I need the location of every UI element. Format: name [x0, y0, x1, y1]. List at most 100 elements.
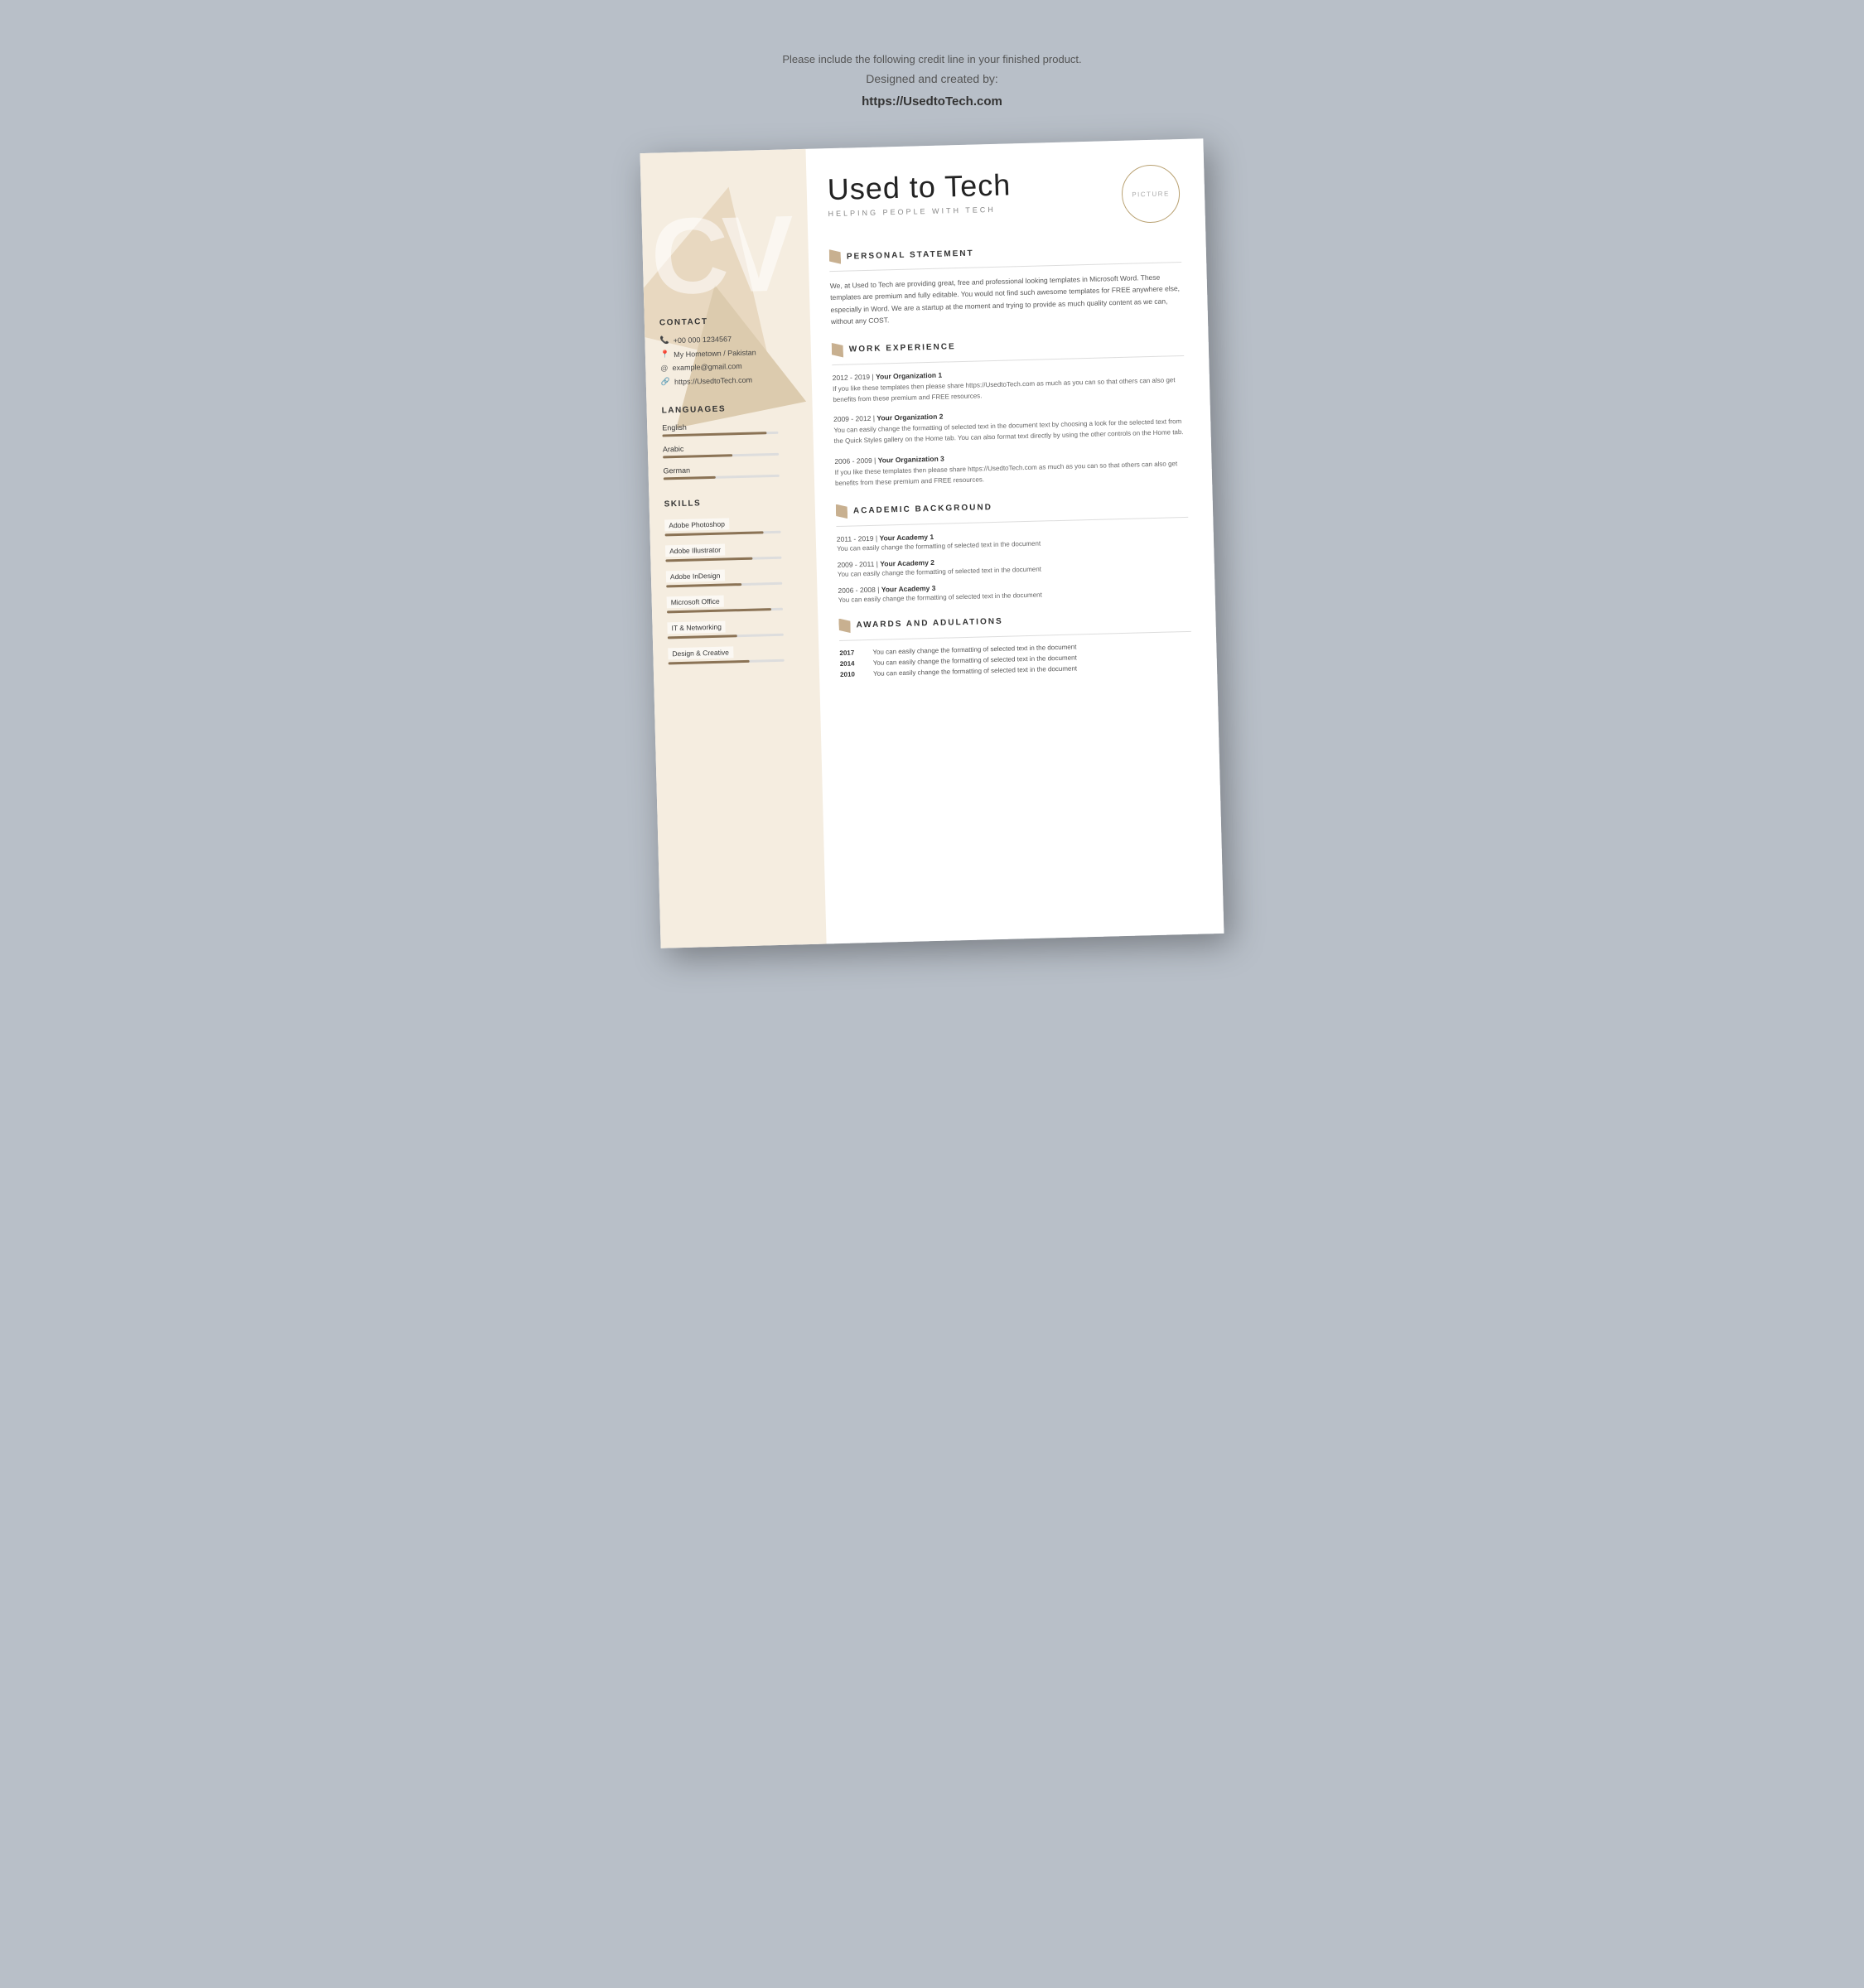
work-experience-title: WORK EXPERIENCE: [849, 342, 956, 354]
edu-org-3: Your Academy 3: [881, 583, 936, 593]
personal-statement-header: PERSONAL STATEMENT: [829, 240, 1181, 264]
edu-item-2: 2009 - 2011 | Your Academy 2 You can eas…: [837, 551, 1189, 577]
lang-german-bar-bg: [664, 474, 780, 480]
skill-networking-bar-bg: [668, 633, 784, 639]
main-content: Used to Tech HELPING PEOPLE WITH TECH PI…: [805, 138, 1224, 943]
skill-msoffice-bar-bg: [667, 607, 783, 613]
skill-msoffice-bar-fill: [667, 608, 771, 613]
work-item-3: 2006 - 2009 | Your Organization 3 If you…: [834, 447, 1187, 489]
languages-title: LANGUAGES: [662, 403, 798, 415]
award-year-2: 2014: [840, 659, 863, 667]
academic-header: ACADEMIC BACKGROUND: [836, 495, 1188, 519]
contact-website-value: https://UsedtoTech.com: [674, 375, 752, 385]
awards-header: AWARDS AND ADULATIONS: [838, 609, 1190, 633]
resume-sidebar: CV CONTACT 📞 +00 000 1234567 📍 My Hometo…: [640, 148, 827, 948]
lang-english-bar-bg: [662, 431, 778, 437]
contact-section: CONTACT 📞 +00 000 1234567 📍 My Hometown …: [659, 315, 797, 386]
credit-line-1: Please include the following credit line…: [782, 50, 1081, 69]
resume-tagline: HELPING PEOPLE WITH TECH: [828, 205, 1012, 218]
contact-phone: 📞 +00 000 1234567: [659, 332, 795, 345]
skill-indesign: Adobe InDesign: [666, 565, 803, 587]
lang-english-bar-fill: [662, 432, 766, 437]
resume-name: Used to Tech: [827, 168, 1011, 205]
work-experience-header: WORK EXPERIENCE: [832, 333, 1184, 357]
award-year-1: 2017: [839, 648, 862, 656]
name-area: Used to Tech HELPING PEOPLE WITH TECH: [827, 168, 1012, 217]
academic-title: ACADEMIC BACKGROUND: [853, 503, 992, 515]
skill-illustrator-bar-bg: [665, 556, 781, 562]
personal-statement-text: We, at Used to Tech are providing great,…: [830, 271, 1183, 328]
awards-section: AWARDS AND ADULATIONS 2017 You can easil…: [838, 609, 1192, 678]
cv-decoration: CV: [650, 199, 789, 310]
resume-wrapper: CV CONTACT 📞 +00 000 1234567 📍 My Hometo…: [640, 138, 1224, 948]
contact-phone-value: +00 000 1234567: [674, 334, 732, 344]
academic-section: ACADEMIC BACKGROUND 2011 - 2019 | Your A…: [836, 495, 1190, 603]
lang-arabic: Arabic: [663, 442, 799, 458]
skills-title: SKILLS: [664, 496, 800, 509]
contact-location: 📍 My Hometown / Pakistan: [660, 346, 796, 359]
lang-german-name: German: [663, 463, 799, 475]
work-experience-section: WORK EXPERIENCE 2012 - 2019 | Your Organ…: [832, 333, 1187, 489]
award-desc-2: You can easily change the formatting of …: [873, 654, 1077, 666]
lang-english: English: [662, 420, 798, 437]
work-org-3: Your Organization 3: [878, 454, 944, 464]
contact-location-value: My Hometown / Pakistan: [674, 348, 756, 359]
edu-item-3: 2006 - 2008 | Your Academy 3 You can eas…: [838, 577, 1190, 603]
lang-arabic-bar-fill: [663, 454, 732, 458]
award-desc-1: You can easily change the formatting of …: [872, 643, 1076, 655]
personal-statement-title: PERSONAL STATEMENT: [847, 248, 974, 261]
edu-org-2: Your Academy 2: [880, 557, 934, 567]
edu-item-1: 2011 - 2019 | Your Academy 1 You can eas…: [837, 525, 1189, 552]
skill-networking: IT & Networking: [667, 616, 804, 639]
award-desc-3: You can easily change the formatting of …: [873, 664, 1077, 677]
picture-label: PICTURE: [1132, 189, 1170, 197]
skill-indesign-bar-fill: [666, 583, 741, 587]
lang-german-bar-fill: [664, 475, 716, 480]
work-experience-icon: [832, 342, 843, 357]
skill-illustrator-name: Adobe Illustrator: [665, 543, 725, 557]
skill-design-name: Design & Creative: [668, 646, 733, 659]
work-item-2: 2009 - 2012 | Your Organization 2 You ca…: [833, 406, 1186, 447]
skills-section: SKILLS Adobe Photoshop Adobe Illustrator: [664, 496, 804, 664]
lang-arabic-name: Arabic: [663, 442, 799, 453]
skill-networking-bar-fill: [668, 635, 737, 639]
skill-indesign-bar-bg: [666, 581, 782, 587]
personal-statement-icon: [829, 248, 841, 263]
contact-website: 🔗 https://UsedtoTech.com: [661, 374, 797, 386]
credit-url: https://UsedtoTech.com: [782, 90, 1081, 113]
personal-statement-section: PERSONAL STATEMENT We, at Used to Tech a…: [829, 240, 1183, 328]
skill-photoshop-bar-bg: [665, 530, 781, 536]
credit-block: Please include the following credit line…: [782, 50, 1081, 113]
lang-english-name: English: [662, 420, 798, 432]
lang-arabic-bar-bg: [663, 452, 779, 458]
lang-german: German: [663, 463, 799, 480]
edu-org-1: Your Academy 1: [879, 532, 934, 542]
work-org-1: Your Organization 1: [876, 370, 942, 380]
location-icon: 📍: [660, 350, 670, 359]
work-item-1: 2012 - 2019 | Your Organization 1 If you…: [833, 364, 1186, 405]
skill-photoshop-bar-fill: [665, 531, 764, 536]
skill-indesign-name: Adobe InDesign: [666, 569, 725, 582]
skill-photoshop-name: Adobe Photoshop: [664, 518, 729, 531]
skill-illustrator-bar-fill: [665, 557, 752, 562]
picture-circle: PICTURE: [1121, 164, 1181, 224]
contact-email: @ example@gmail.com: [660, 360, 796, 372]
email-icon: @: [660, 364, 668, 372]
credit-designed-by: Designed and created by:: [782, 69, 1081, 89]
resume-header: Used to Tech HELPING PEOPLE WITH TECH PI…: [827, 164, 1181, 231]
web-icon: 🔗: [661, 377, 671, 386]
skill-photoshop: Adobe Photoshop: [664, 514, 801, 536]
awards-table: 2017 You can easily change the formattin…: [839, 639, 1192, 678]
awards-icon: [838, 618, 850, 633]
contact-email-value: example@gmail.com: [672, 362, 741, 372]
skill-networking-name: IT & Networking: [667, 620, 726, 634]
skill-msoffice: Microsoft Office: [666, 591, 803, 613]
languages-section: LANGUAGES English Arabic Ge: [662, 403, 799, 480]
awards-title: AWARDS AND ADULATIONS: [856, 616, 1002, 630]
work-org-2: Your Organization 2: [876, 413, 943, 422]
phone-icon: 📞: [659, 335, 669, 345]
skill-design: Design & Creative: [668, 642, 804, 664]
skill-illustrator: Adobe Illustrator: [665, 539, 802, 562]
sidebar-content: CONTACT 📞 +00 000 1234567 📍 My Hometown …: [645, 314, 819, 664]
resume-page: CV CONTACT 📞 +00 000 1234567 📍 My Hometo…: [640, 138, 1224, 948]
